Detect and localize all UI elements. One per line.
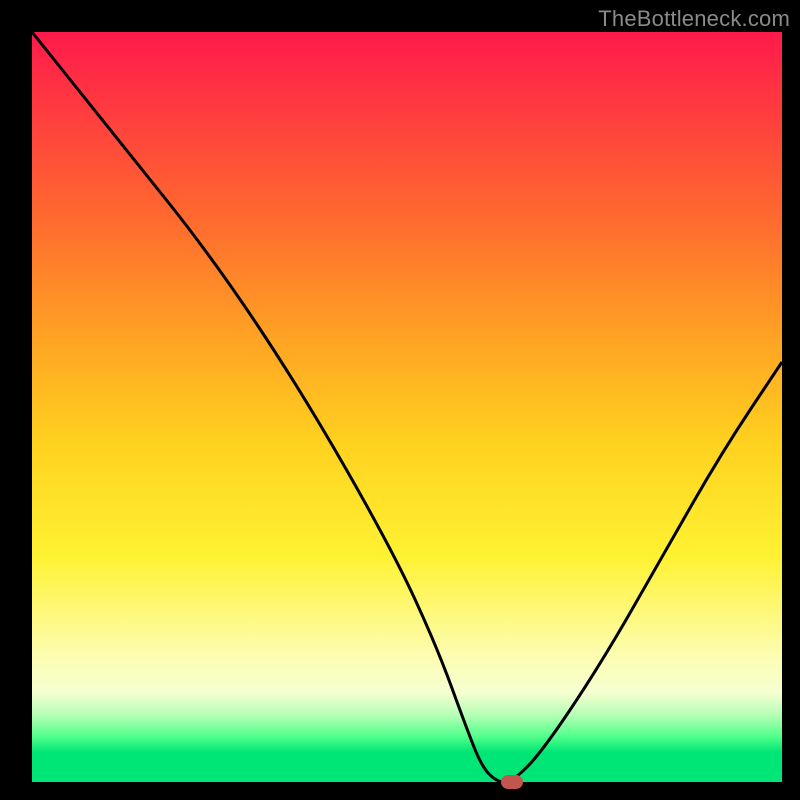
plot-area — [32, 32, 782, 782]
curve-path — [32, 32, 782, 782]
chart-frame: TheBottleneck.com — [0, 0, 800, 800]
optimal-marker — [501, 775, 523, 789]
bottleneck-curve — [32, 32, 782, 782]
watermark-text: TheBottleneck.com — [598, 6, 790, 32]
